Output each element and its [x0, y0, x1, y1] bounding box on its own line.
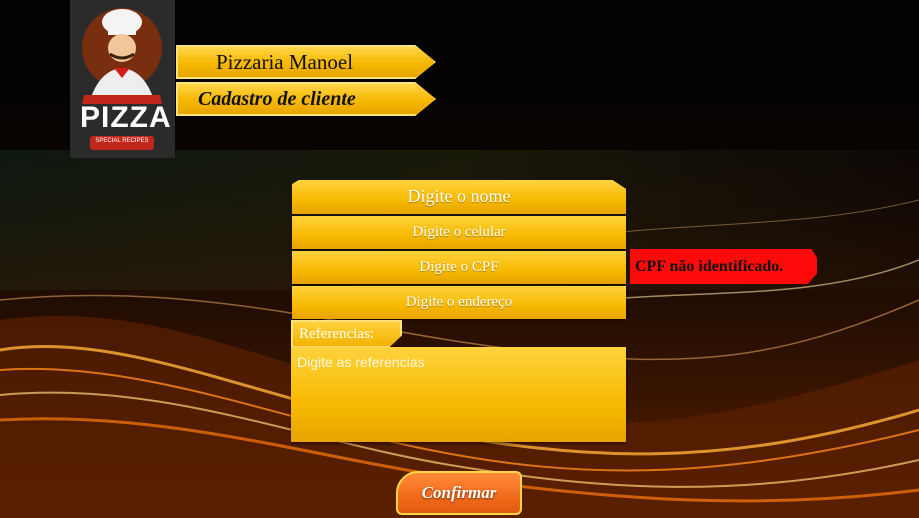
- referencias-label: Referencias:: [291, 320, 402, 348]
- nome-field[interactable]: Digite o nome: [292, 180, 626, 214]
- celular-field[interactable]: Digite o celular: [292, 216, 626, 249]
- page-title-banner: Cadastro de cliente: [176, 82, 436, 116]
- store-name-banner: Pizzaria Manoel: [176, 45, 436, 79]
- referencias-textarea[interactable]: [291, 347, 626, 442]
- pizza-logo: PIZZA SPECIAL RECIPES: [70, 0, 175, 158]
- cpf-error-message: CPF não identificado.: [630, 249, 817, 284]
- cpf-field[interactable]: Digite o CPF: [292, 251, 626, 284]
- logo-text: PIZZA: [80, 101, 172, 134]
- endereco-field[interactable]: Digite o endereço: [292, 286, 626, 319]
- confirm-button[interactable]: Confirmar: [396, 471, 522, 515]
- logo-tagline: SPECIAL RECIPES: [95, 138, 149, 144]
